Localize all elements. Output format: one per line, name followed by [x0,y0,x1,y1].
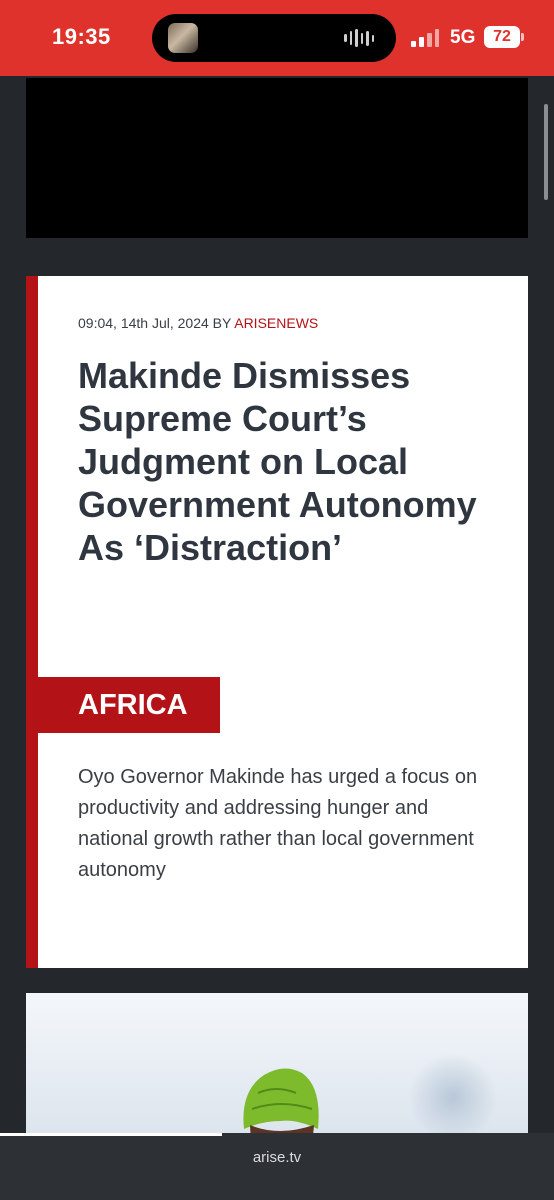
article-summary: Oyo Governor Makinde has urged a focus o… [78,766,478,881]
scrollbar[interactable] [544,104,548,200]
article-by-label: BY [212,315,232,331]
page-load-progress [0,1133,222,1136]
network-type: 5G [450,27,476,48]
article-author-link[interactable]: ARISENEWS [234,315,318,331]
article-timestamp: 09:04, 14th Jul, 2024 [78,315,209,331]
now-playing-artwork[interactable] [168,23,198,53]
card-accent-bar [26,276,38,968]
battery-icon: 72 [484,26,524,48]
category-badge[interactable]: AFRICA [38,677,220,733]
status-time: 19:35 [52,24,111,49]
background-blur [408,1053,498,1143]
article-title[interactable]: Makinde Dismisses Supreme Court’s Judgme… [78,354,498,569]
status-bar: 19:35 5G 72 [0,0,554,76]
ad-banner[interactable] [26,78,528,238]
signal-strength-icon [411,29,439,47]
article-meta: 09:04, 14th Jul, 2024 BY ARISENEWS [78,315,318,331]
article-card[interactable]: 09:04, 14th Jul, 2024 BY ARISENEWS Makin… [26,276,528,968]
url-label[interactable]: arise.tv [0,1149,554,1166]
browser-address-bar[interactable]: arise.tv [0,1133,554,1200]
audio-waveform-icon [344,29,374,47]
dynamic-island[interactable] [152,14,396,62]
